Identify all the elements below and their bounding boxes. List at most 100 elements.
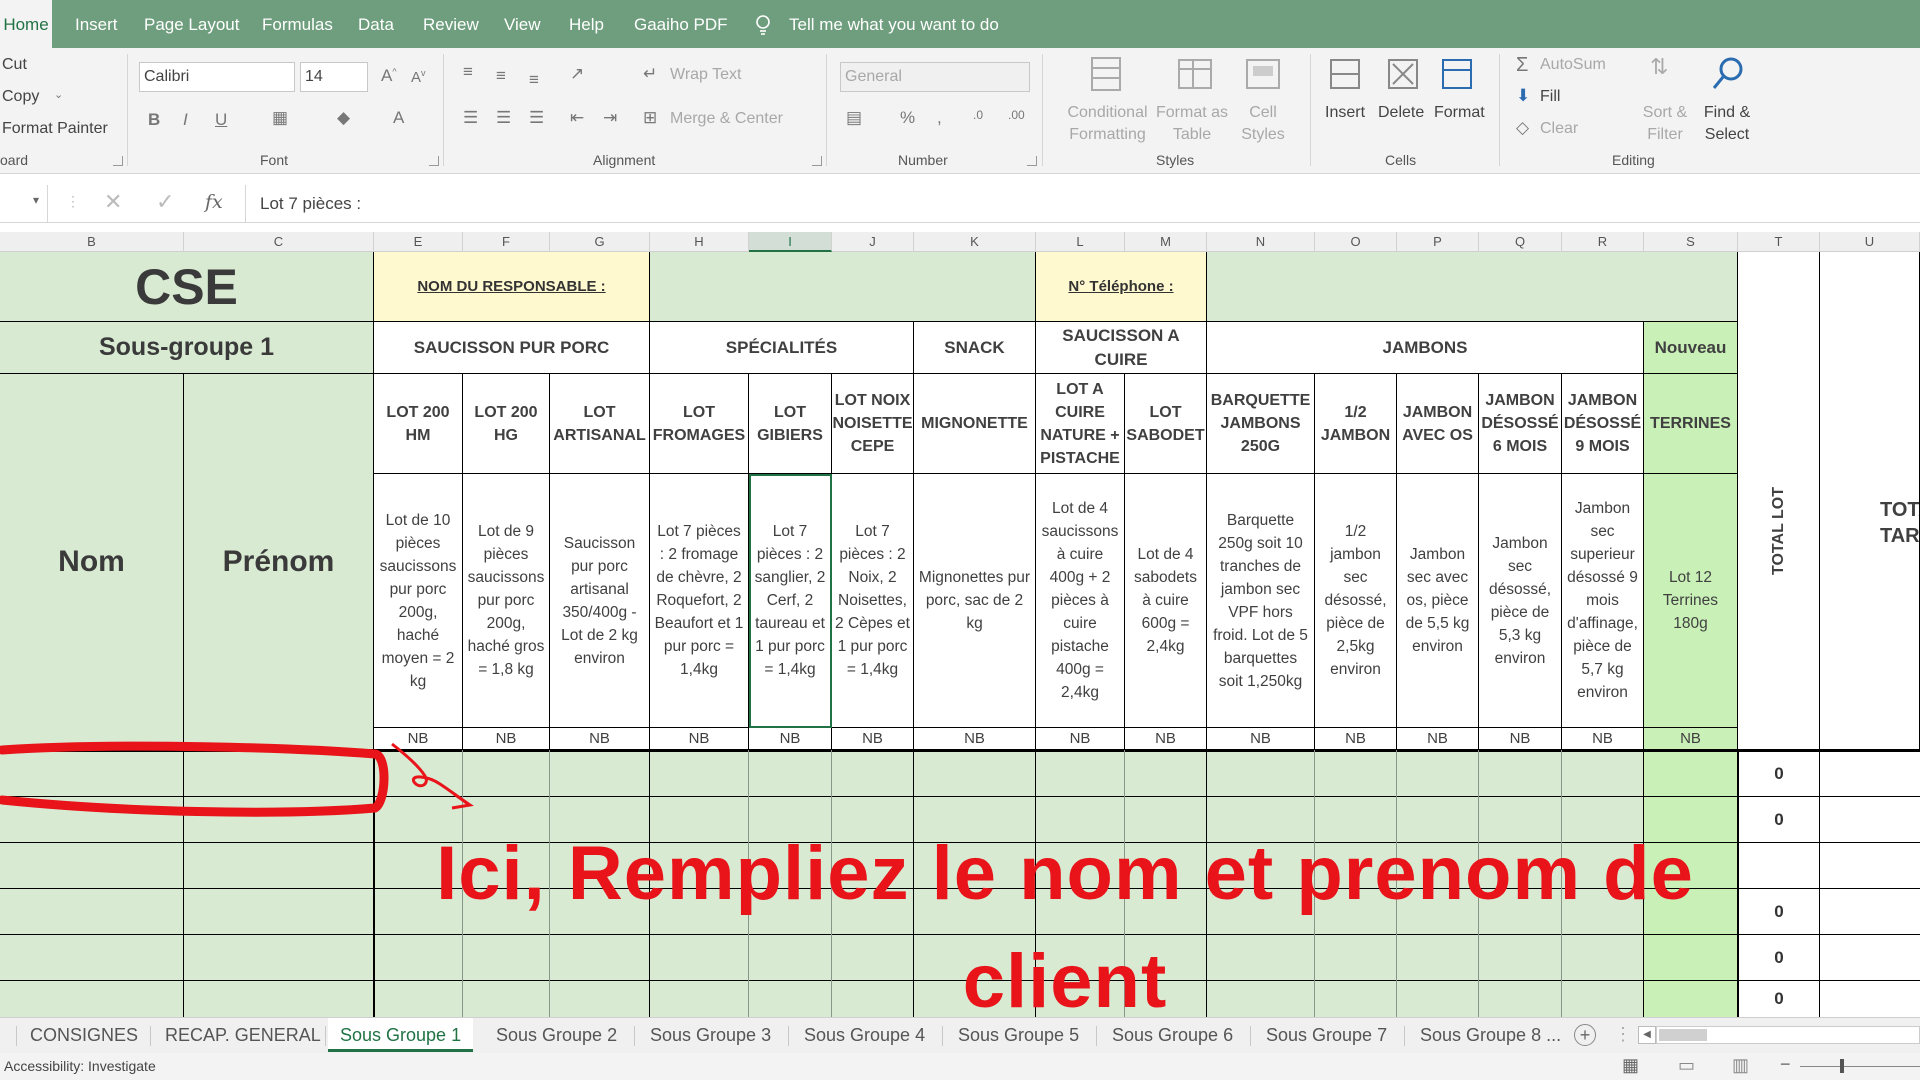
tab-data[interactable]: Data [358,0,394,48]
tab-home[interactable]: Home [0,0,52,48]
product-description[interactable]: Saucisson pur porc artisanal 350/400g - … [550,474,650,728]
format-as-table-icon[interactable] [1175,54,1215,94]
product-header[interactable]: LOT 200 HM [374,374,463,474]
subtitle-cell[interactable]: Sous-groupe 1 [0,322,374,374]
align-top-icon[interactable]: ≡ [463,62,473,82]
drag-handle-icon[interactable]: ⋮ [66,193,80,210]
responsable-label-cell[interactable]: NOM DU RESPONSABLE : [374,252,650,322]
product-header[interactable]: LOT NOIX NOISETTE CEPE [832,374,914,474]
page-break-view-icon[interactable]: ▥ [1732,1055,1749,1076]
cell-styles-icon[interactable] [1243,54,1283,94]
sheet-tab[interactable]: Sous Groupe 6 [1112,1018,1233,1052]
tab-formulas[interactable]: Formulas [262,0,333,48]
sheet-tab[interactable]: CONSIGNES [30,1018,138,1052]
column-header[interactable]: S [1644,232,1738,252]
product-description[interactable]: Barquette 250g soit 10 tranches de jambo… [1207,474,1315,728]
dialog-launcher-icon[interactable] [1027,156,1037,166]
cut-button[interactable]: Cut [2,56,27,74]
fill-color-icon[interactable]: ◆ [337,108,350,128]
font-color-icon[interactable]: A [393,108,404,128]
column-header[interactable]: F [463,232,550,252]
sheet-tab[interactable]: Sous Groupe 5 [958,1018,1079,1052]
sheet-tab[interactable]: Sous Groupe 4 [804,1018,925,1052]
wrap-text-button[interactable]: Wrap Text [670,66,741,84]
unit-label[interactable]: NB [650,728,749,750]
page-layout-view-icon[interactable]: ▭ [1678,1055,1695,1076]
format-painter-button[interactable]: Format Painter [2,120,108,138]
tab-page-layout[interactable]: Page Layout [144,0,239,48]
tab-help[interactable]: Help [569,0,604,48]
tab-review[interactable]: Review [423,0,479,48]
align-left-icon[interactable]: ☰ [463,108,478,128]
product-header[interactable]: JAMBON DÉSOSSÉ 9 MOIS [1562,374,1644,474]
unit-label[interactable]: NB [749,728,832,750]
underline-icon[interactable]: U [215,110,227,130]
telephone-input-cell[interactable] [1207,252,1738,322]
column-header[interactable]: N [1207,232,1315,252]
product-header[interactable]: LOT GIBIERS [749,374,832,474]
scroll-left-icon[interactable]: ◀ [1638,1026,1656,1044]
product-description[interactable]: Jambon sec avec os, pièce de 5,5 kg envi… [1397,474,1479,728]
tab-view[interactable]: View [504,0,541,48]
drag-handle-icon[interactable]: ⋮ [1614,1024,1632,1045]
unit-label[interactable]: NB [1207,728,1315,750]
delete-cells-icon[interactable] [1383,54,1423,94]
category-header[interactable]: SAUCISSON A CUIRE [1036,322,1207,374]
column-header[interactable]: K [914,232,1036,252]
chevron-down-icon[interactable]: ▾ [33,193,39,207]
sheet-tab[interactable]: RECAP. GENERAL [165,1018,321,1052]
product-header[interactable]: BARQUETTE JAMBONS 250G [1207,374,1315,474]
zoom-slider[interactable] [1800,1059,1920,1073]
unit-label[interactable]: NB [1315,728,1397,750]
search-icon[interactable] [1708,54,1748,94]
sheet-tab[interactable]: Sous Groupe 2 [496,1018,617,1052]
increase-decimal-icon[interactable]: .0 [973,108,983,122]
align-center-icon[interactable]: ☰ [496,108,511,128]
formula-input[interactable]: Lot 7 pièces : [260,185,361,223]
scrollbar-thumb[interactable] [1659,1029,1707,1041]
tab-insert[interactable]: Insert [75,0,118,48]
chevron-down-icon[interactable]: ⌄ [54,88,63,101]
accessibility-status[interactable]: Accessibility: Investigate [4,1058,156,1074]
product-description[interactable]: 1/2 jambon sec désossé, pièce de 2,5kg e… [1315,474,1397,728]
column-header[interactable]: H [650,232,749,252]
fill-down-icon[interactable]: ⬇ [1516,86,1530,106]
zoom-out-icon[interactable]: − [1780,1054,1791,1075]
font-name-select[interactable]: Calibri [139,62,295,92]
column-header[interactable]: M [1125,232,1207,252]
column-header[interactable]: T [1738,232,1820,252]
tell-me-search[interactable]: Tell me what you want to do [789,0,999,48]
product-header[interactable]: LOT 200 HG [463,374,550,474]
orientation-icon[interactable]: ↗ [570,64,584,84]
dialog-launcher-icon[interactable] [812,156,822,166]
category-header[interactable]: JAMBONS [1207,322,1644,374]
product-description[interactable]: Lot de 4 saucissons à cuire 400g + 2 piè… [1036,474,1125,728]
prenom-header[interactable]: Prénom [184,374,374,750]
column-header[interactable]: O [1315,232,1397,252]
product-header[interactable]: JAMBON AVEC OS [1397,374,1479,474]
copy-button[interactable]: Copy [2,88,39,106]
conditional-formatting-icon[interactable] [1086,54,1126,94]
category-header[interactable]: SAUCISSON PUR PORC [374,322,650,374]
total-lot-header[interactable]: TOTAL LOT [1738,252,1820,750]
normal-view-icon[interactable]: ▦ [1622,1055,1639,1076]
decrease-decimal-icon[interactable]: .00 [1008,108,1025,122]
column-header[interactable]: P [1397,232,1479,252]
autosum-icon[interactable]: Σ [1516,54,1528,77]
product-header[interactable]: JAMBON DÉSOSSÉ 6 MOIS [1479,374,1562,474]
cell-styles-button[interactable]: Cell Styles [1232,102,1294,146]
product-header[interactable]: TERRINES [1644,374,1738,474]
insert-function-icon[interactable]: fx [205,191,223,213]
percent-icon[interactable]: % [900,108,915,128]
column-header[interactable]: L [1036,232,1125,252]
find-select-button[interactable]: Find & Select [1696,102,1758,146]
product-description[interactable]: Lot de 10 pièces saucissons pur porc 200… [374,474,463,728]
accounting-format-icon[interactable]: ▤ [846,108,862,128]
insert-cells-icon[interactable] [1325,54,1365,94]
category-header[interactable]: SNACK [914,322,1036,374]
category-header-new[interactable]: Nouveau [1644,322,1738,374]
sheet-tab[interactable]: Sous Groupe 7 [1266,1018,1387,1052]
column-header[interactable]: B [0,232,184,252]
decrease-indent-icon[interactable]: ⇤ [570,108,584,128]
fill-button[interactable]: Fill [1540,88,1560,106]
